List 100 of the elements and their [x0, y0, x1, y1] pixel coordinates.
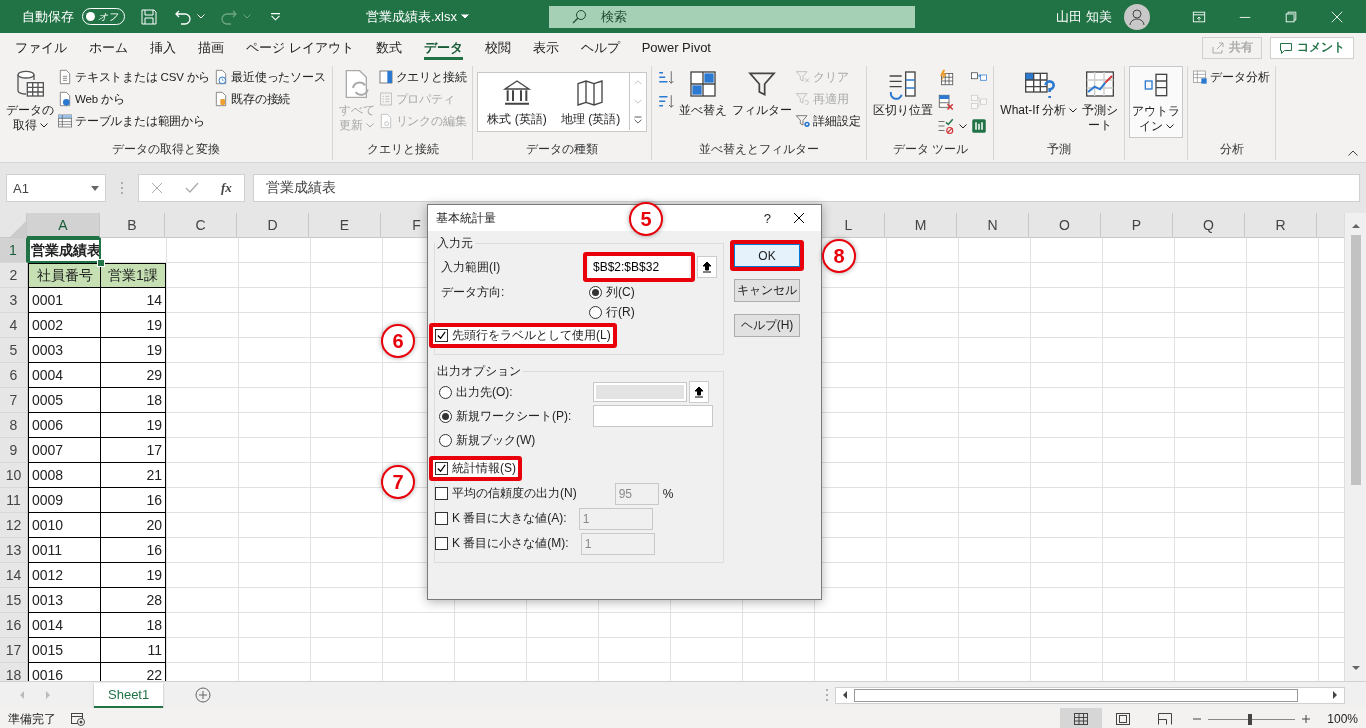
collapse-ribbon-icon[interactable]	[1348, 150, 1358, 156]
ribbon-button[interactable]: データの取得	[4, 66, 56, 138]
ribbon-display-icon[interactable]	[1192, 9, 1206, 24]
checkbox[interactable]	[435, 537, 448, 550]
row-header[interactable]: 5	[0, 338, 28, 363]
row-header[interactable]: 16	[0, 613, 28, 638]
macro-record-icon[interactable]	[70, 712, 86, 726]
input-field[interactable]	[593, 405, 713, 427]
table-cell: 21	[101, 463, 166, 488]
dialog-button[interactable]: ヘルプ(H)	[734, 314, 800, 337]
zoom-level[interactable]: 100%	[1327, 712, 1358, 726]
radio-button[interactable]	[439, 385, 452, 399]
row-header[interactable]: 11	[0, 488, 28, 513]
drag-handle-icon[interactable]	[120, 181, 124, 195]
row-header[interactable]: 17	[0, 638, 28, 663]
ribbon-tab[interactable]: ページ レイアウト	[235, 33, 365, 62]
ribbon-tab[interactable]: 校閲	[473, 33, 522, 62]
ribbon-tab[interactable]: 描画	[187, 33, 235, 62]
column-header[interactable]: A	[27, 213, 100, 238]
row-header[interactable]: 8	[0, 413, 28, 438]
name-box[interactable]: A1	[6, 174, 106, 202]
checkbox[interactable]	[435, 487, 448, 500]
ribbon-button[interactable]: 並べ替え	[677, 66, 730, 138]
ribbon-button[interactable]: 株式 (英語)	[482, 73, 552, 129]
ribbon-tab[interactable]: 表示	[521, 33, 570, 62]
scroll-right-icon[interactable]	[1330, 690, 1340, 700]
ribbon-tab[interactable]: ヘルプ	[569, 33, 631, 62]
vertical-scrollbar[interactable]	[1344, 213, 1366, 681]
ribbon-button[interactable]: 詳細設定	[795, 110, 863, 132]
table-cell: 営業1課	[101, 263, 166, 288]
search-input[interactable]: 検索	[599, 8, 803, 25]
ribbon-button[interactable]: 区切り位置	[871, 66, 936, 138]
slider-thumb[interactable]	[1248, 713, 1253, 725]
dialog-button[interactable]: OK	[734, 244, 800, 267]
row-header[interactable]: 15	[0, 588, 28, 613]
collapse-dialog-button[interactable]	[689, 381, 709, 403]
horizontal-scrollbar[interactable]	[835, 686, 1345, 704]
ribbon-button[interactable]: テキストまたは CSV から	[57, 66, 213, 88]
row-header[interactable]: 10	[0, 463, 28, 488]
help-button[interactable]: ?	[763, 210, 771, 226]
scroll-up-icon[interactable]	[1350, 221, 1361, 231]
ribbon-button[interactable]: フィルター	[730, 66, 795, 138]
check-icon[interactable]	[185, 182, 199, 194]
table-cell: 20	[101, 513, 166, 538]
zoom-in-icon[interactable]	[1301, 714, 1312, 724]
scroll-thumb[interactable]	[1350, 235, 1361, 485]
option-label: 行(R)	[606, 304, 635, 321]
comment-button[interactable]: コメント	[1270, 36, 1354, 59]
sheet-tab[interactable]: Sheet1	[94, 682, 164, 708]
ribbon-tab[interactable]: ファイル	[4, 33, 78, 62]
radio-button[interactable]	[589, 286, 602, 299]
row-header[interactable]: 9	[0, 438, 28, 463]
save-icon[interactable]	[139, 6, 159, 27]
ribbon-button[interactable]: 地理 (英語)	[555, 73, 626, 129]
insert-function-button[interactable]: fx	[221, 180, 232, 196]
row-header[interactable]: 6	[0, 363, 28, 388]
ribbon-button[interactable]: What-If 分析	[998, 66, 1080, 138]
drag-handle-icon[interactable]	[825, 688, 829, 702]
ribbon-button[interactable]: 予測シート	[1080, 66, 1121, 138]
ribbon-button[interactable]: データ分析	[1192, 66, 1272, 88]
ribbon-button[interactable]: テーブルまたは範囲から	[57, 110, 213, 132]
scroll-down-icon[interactable]	[1350, 663, 1361, 673]
input-field[interactable]: $B$2:$B$32	[589, 256, 689, 278]
ribbon-tab[interactable]: データ	[412, 33, 474, 62]
checkbox[interactable]	[435, 329, 448, 342]
row-header[interactable]: 7	[0, 388, 28, 413]
radio-button[interactable]	[589, 306, 602, 319]
ribbon-button[interactable]: Web から	[57, 88, 213, 110]
add-sheet-icon[interactable]	[195, 687, 212, 703]
ribbon-button[interactable]: アウトライン	[1129, 66, 1184, 138]
radio-button[interactable]	[439, 433, 452, 447]
row-header[interactable]: 2	[0, 263, 28, 288]
row-header[interactable]: 18	[0, 663, 28, 681]
restore-icon[interactable]	[1284, 9, 1298, 24]
ribbon-button[interactable]: 既存の接続	[213, 88, 328, 110]
ribbon-button[interactable]: クエリと接続	[377, 66, 469, 88]
collapse-dialog-button[interactable]	[697, 256, 717, 278]
row-header[interactable]: 3	[0, 288, 28, 313]
dialog-button[interactable]: キャンセル	[734, 279, 800, 302]
row-header[interactable]: 12	[0, 513, 28, 538]
checkbox[interactable]	[435, 462, 448, 475]
ribbon-tab[interactable]: 挿入	[139, 33, 187, 62]
file-name[interactable]: 営業成績表.xlsx	[366, 7, 457, 26]
row-header[interactable]: 13	[0, 538, 28, 563]
checkbox[interactable]	[435, 512, 448, 525]
radio-button[interactable]	[439, 409, 452, 423]
customize-toolbar-icon[interactable]	[271, 12, 280, 21]
row-header[interactable]: 14	[0, 563, 28, 588]
formula-field[interactable]: 営業成績表	[252, 174, 1360, 202]
view-button[interactable]	[1060, 708, 1103, 728]
option-label: 新規ブック(W)	[456, 431, 536, 449]
search-field[interactable]: 検索	[549, 5, 915, 28]
avatar-icon[interactable]	[1124, 3, 1150, 30]
row-header[interactable]: 1	[0, 238, 28, 263]
ribbon-tab[interactable]: ホーム	[78, 33, 139, 62]
ribbon-tab[interactable]: 数式	[364, 33, 413, 62]
ribbon-tab[interactable]: Power Pivot	[630, 33, 722, 62]
row-header[interactable]: 4	[0, 313, 28, 338]
ribbon-button[interactable]: 最近使ったソース	[213, 66, 328, 88]
close-icon[interactable]	[793, 212, 805, 224]
